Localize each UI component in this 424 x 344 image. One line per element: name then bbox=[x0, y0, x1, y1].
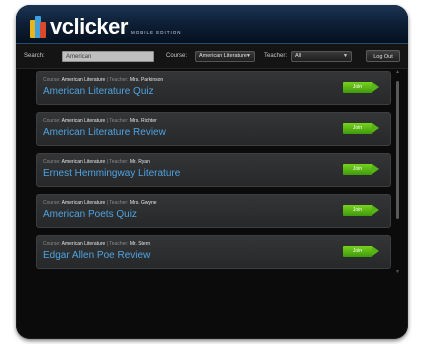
course-select-value: American Literature bbox=[199, 53, 247, 59]
triangle-up-icon[interactable]: ▲ bbox=[395, 69, 400, 75]
session-meta: Course: American Literature | Teacher: M… bbox=[43, 77, 163, 83]
session-meta: Course: American Literature | Teacher: M… bbox=[43, 200, 157, 206]
teacher-key: Teacher: bbox=[109, 77, 129, 83]
logo-subtitle: MOBILE EDITION bbox=[130, 30, 182, 35]
teacher-key: Teacher: bbox=[109, 241, 129, 247]
session-card: Course: American Literature | Teacher: M… bbox=[36, 71, 391, 105]
session-title[interactable]: American Poets Quiz bbox=[43, 209, 137, 220]
course-value: American Literature bbox=[61, 118, 106, 124]
teacher-value: Mrs. Parkinson bbox=[129, 77, 164, 83]
session-card: Course: American Literature | Teacher: M… bbox=[36, 194, 391, 228]
session-card: Course: American Literature | Teacher: M… bbox=[36, 112, 391, 146]
teacher-value: Mrs. Richter bbox=[129, 118, 157, 124]
join-button[interactable]: Join bbox=[343, 164, 379, 175]
join-button[interactable]: Join bbox=[343, 82, 379, 93]
join-label: Join bbox=[343, 82, 372, 93]
course-value: American Literature bbox=[61, 200, 106, 206]
join-label: Join bbox=[343, 205, 372, 216]
course-select[interactable]: American Literature ▼ bbox=[195, 51, 255, 62]
session-title[interactable]: Ernest Hemmingway Literature bbox=[43, 168, 180, 179]
arrow-right-icon bbox=[372, 82, 379, 92]
session-title[interactable]: American Literature Quiz bbox=[43, 86, 154, 97]
logout-button[interactable]: Log Out bbox=[366, 50, 400, 62]
join-button[interactable]: Join bbox=[343, 205, 379, 216]
course-key: Course: bbox=[43, 159, 61, 165]
course-key: Course: bbox=[43, 77, 61, 83]
session-title[interactable]: American Literature Review bbox=[43, 127, 166, 138]
teacher-value: Mr. Stern bbox=[129, 241, 151, 247]
logo-text: vclicker bbox=[50, 14, 128, 39]
course-value: American Literature bbox=[61, 159, 106, 165]
course-label: Course: bbox=[166, 53, 188, 59]
teacher-label: Teacher: bbox=[264, 53, 288, 59]
app-header: vclicker MOBILE EDITION bbox=[16, 5, 408, 44]
vclicker-logo: vclicker MOBILE EDITION bbox=[30, 12, 181, 38]
join-button[interactable]: Join bbox=[343, 123, 379, 134]
course-key: Course: bbox=[43, 241, 61, 247]
triangle-down-icon[interactable]: ▼ bbox=[395, 269, 400, 275]
teacher-value: Mr. Ryan bbox=[129, 159, 150, 165]
arrow-right-icon bbox=[372, 205, 379, 215]
scrollbar[interactable]: ▲ ▼ bbox=[395, 69, 400, 275]
session-list: Course: American Literature | Teacher: M… bbox=[36, 71, 391, 276]
session-card: Course: American Literature | Teacher: M… bbox=[36, 153, 391, 187]
session-meta: Course: American Literature | Teacher: M… bbox=[43, 159, 150, 165]
session-card: Course: American Literature | Teacher: M… bbox=[36, 235, 391, 269]
teacher-value: Mrs. Gwyne bbox=[129, 200, 157, 206]
course-value: American Literature bbox=[61, 77, 106, 83]
chevron-down-icon: ▼ bbox=[343, 53, 348, 59]
course-key: Course: bbox=[43, 200, 61, 206]
app-frame: vclicker MOBILE EDITION Search: American… bbox=[16, 5, 408, 339]
search-input[interactable]: American bbox=[62, 51, 154, 62]
teacher-key: Teacher: bbox=[109, 200, 129, 206]
arrow-right-icon bbox=[372, 123, 379, 133]
join-label: Join bbox=[343, 123, 372, 134]
chevron-down-icon: ▼ bbox=[246, 53, 251, 59]
join-label: Join bbox=[343, 164, 372, 175]
course-value: American Literature bbox=[61, 241, 106, 247]
teacher-key: Teacher: bbox=[109, 159, 129, 165]
course-key: Course: bbox=[43, 118, 61, 124]
teacher-select[interactable]: All ▼ bbox=[291, 51, 352, 62]
teacher-key: Teacher: bbox=[109, 118, 129, 124]
filter-bar: Search: American Course: American Litera… bbox=[16, 44, 408, 69]
search-label: Search: bbox=[24, 53, 45, 59]
arrow-right-icon bbox=[372, 164, 379, 174]
session-meta: Course: American Literature | Teacher: M… bbox=[43, 118, 157, 124]
scrollbar-thumb[interactable] bbox=[396, 81, 399, 219]
join-button[interactable]: Join bbox=[343, 246, 379, 257]
join-label: Join bbox=[343, 246, 372, 257]
session-title[interactable]: Edgar Allen Poe Review bbox=[43, 250, 150, 261]
arrow-right-icon bbox=[372, 246, 379, 256]
logo-icon bbox=[30, 16, 46, 38]
teacher-select-value: All bbox=[295, 53, 302, 59]
session-meta: Course: American Literature | Teacher: M… bbox=[43, 241, 150, 247]
